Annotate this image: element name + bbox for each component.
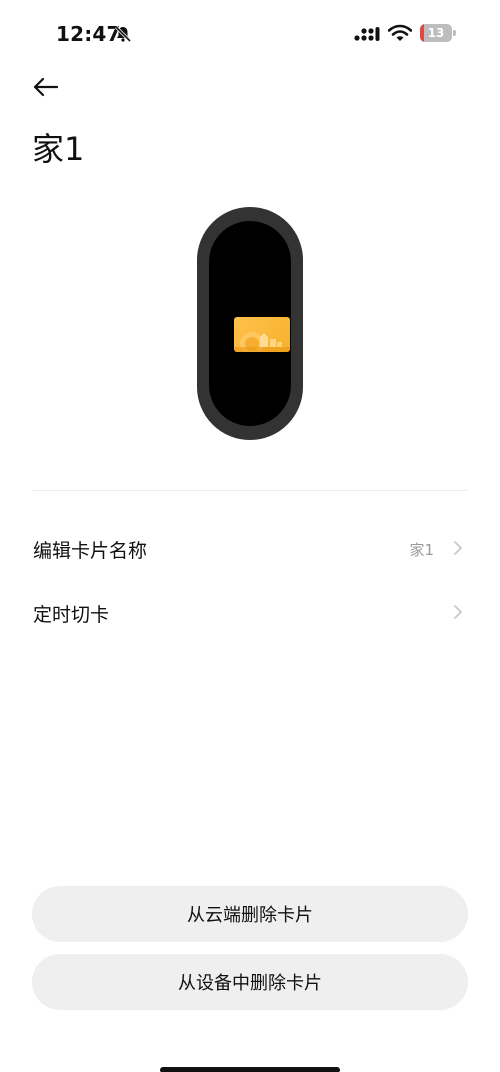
wifi-icon [388, 24, 412, 41]
divider [32, 490, 468, 491]
card-art-icon [234, 332, 290, 352]
delete-from-cloud-button[interactable]: 从云端删除卡片 [32, 886, 468, 942]
settings-row-edit-card-name[interactable]: 编辑卡片名称 家1 [0, 520, 500, 576]
card-thumbnail [234, 317, 290, 352]
bell-off-icon [114, 25, 132, 43]
back-arrow-icon[interactable] [30, 72, 64, 102]
settings-row-scheduled-switch[interactable]: 定时切卡 [0, 584, 500, 640]
band-device-image [197, 207, 303, 440]
home-indicator[interactable] [160, 1067, 340, 1072]
status-time: 12:47 [56, 22, 121, 46]
band-screen [209, 221, 291, 426]
chevron-right-icon [454, 605, 462, 619]
signal-icon [354, 27, 380, 41]
row-label: 编辑卡片名称 [33, 540, 148, 562]
battery-icon: 13 [420, 24, 456, 42]
page-title: 家1 [32, 130, 85, 168]
row-label: 定时切卡 [33, 604, 110, 626]
row-value: 家1 [409, 541, 434, 559]
delete-from-device-button[interactable]: 从设备中删除卡片 [32, 954, 468, 1010]
chevron-right-icon [454, 541, 462, 555]
battery-level: 13 [427, 26, 445, 40]
status-bar: 12:47 13 [0, 0, 500, 70]
